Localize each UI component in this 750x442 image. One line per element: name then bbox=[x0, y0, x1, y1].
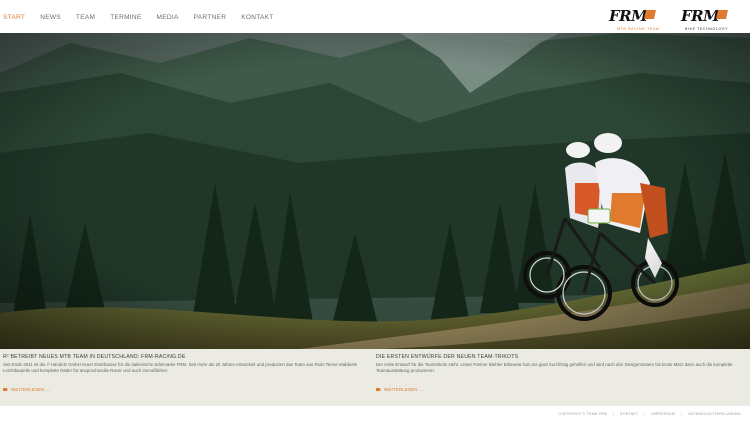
frm-racing-logo[interactable]: FRM MTB RACING TEAM bbox=[609, 7, 660, 32]
nav-media[interactable]: MEDIA bbox=[157, 14, 179, 22]
logo-badge-icon bbox=[716, 10, 729, 19]
main-nav: START NEWS TEAM TERMINE MEDIA PARTNER KO… bbox=[3, 14, 289, 22]
news-body: Seit Ende 2011 ist die r² Handels GmbH n… bbox=[3, 362, 358, 373]
logo-wordmark: FRM bbox=[609, 7, 648, 25]
frm-bike-logo[interactable]: FRM BIKE TECHNOLOGY bbox=[681, 7, 729, 31]
read-more-label: WEITERLESEN ... bbox=[11, 387, 51, 392]
news-title[interactable]: R² BETREIBT NEUES MTB TEAM IN DEUTSCHLAN… bbox=[3, 354, 369, 361]
read-more-link[interactable]: WEITERLESEN ... bbox=[376, 387, 423, 392]
news-item: DIE ERSTEN ENTWÜRFE DER NEUEN TEAM-TRIKO… bbox=[376, 354, 742, 374]
logo-subtitle: MTB RACING TEAM bbox=[617, 27, 660, 31]
hero-image bbox=[0, 33, 750, 349]
hero-photo-mountain-bikers bbox=[0, 33, 750, 349]
footer-divider: | bbox=[644, 412, 646, 416]
logo-subtitle: BIKE TECHNOLOGY bbox=[685, 27, 729, 31]
footer-divider: | bbox=[613, 412, 615, 416]
nav-news[interactable]: NEWS bbox=[40, 14, 61, 22]
news-title[interactable]: DIE ERSTEN ENTWÜRFE DER NEUEN TEAM-TRIKO… bbox=[376, 354, 742, 361]
footer-impressum-link[interactable]: IMPRESSUM bbox=[651, 412, 675, 416]
read-more-label: WEITERLESEN ... bbox=[384, 387, 424, 392]
nav-kontakt[interactable]: KONTAKT bbox=[241, 14, 273, 22]
nav-team[interactable]: TEAM bbox=[76, 14, 95, 22]
news-item: R² BETREIBT NEUES MTB TEAM IN DEUTSCHLAN… bbox=[3, 354, 369, 374]
arrow-right-icon bbox=[3, 388, 8, 391]
footer-kontakt-link[interactable]: KONTAKT bbox=[620, 412, 638, 416]
nav-partner[interactable]: PARTNER bbox=[194, 14, 227, 22]
nav-start[interactable]: START bbox=[3, 14, 25, 22]
arrow-right-icon bbox=[376, 388, 381, 391]
news-body: Der erste Entwurf für die Teamtrikots st… bbox=[376, 362, 733, 373]
footer-divider: | bbox=[681, 412, 683, 416]
nav-termine[interactable]: TERMINE bbox=[110, 14, 141, 22]
logo-badge-icon bbox=[644, 10, 657, 19]
footer-links: COPYRIGHT © TEAM FRM | KONTAKT | IMPRESS… bbox=[558, 412, 741, 416]
top-bar: START NEWS TEAM TERMINE MEDIA PARTNER KO… bbox=[0, 0, 750, 33]
footer-datenschutz-link[interactable]: DATENSCHUTZERKLÄRUNG bbox=[688, 412, 741, 416]
read-more-link[interactable]: WEITERLESEN ... bbox=[3, 387, 50, 392]
footer-copyright: COPYRIGHT © TEAM FRM bbox=[558, 412, 608, 416]
logo-wordmark: FRM bbox=[681, 7, 720, 25]
news-strip: R² BETREIBT NEUES MTB TEAM IN DEUTSCHLAN… bbox=[0, 349, 750, 406]
